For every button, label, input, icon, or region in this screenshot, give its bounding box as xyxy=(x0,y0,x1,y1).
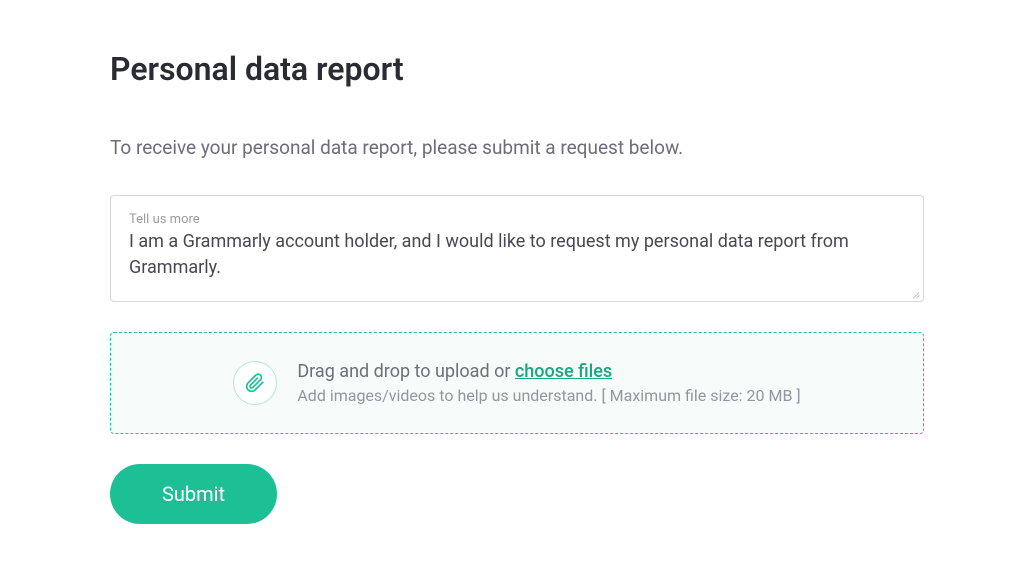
choose-files-link[interactable]: choose files xyxy=(515,361,612,382)
details-textarea-wrapper[interactable]: Tell us more I am a Grammarly account ho… xyxy=(110,195,924,302)
file-upload-area[interactable]: Drag and drop to upload or choose files … xyxy=(110,332,924,434)
resize-handle-icon[interactable] xyxy=(909,287,921,299)
textarea-label: Tell us more xyxy=(129,212,905,227)
upload-prefix: Drag and drop to upload or xyxy=(297,361,515,382)
upload-instruction: Drag and drop to upload or choose files xyxy=(297,361,800,382)
page-description: To receive your personal data report, pl… xyxy=(110,136,924,159)
submit-button[interactable]: Submit xyxy=(110,464,277,524)
attachment-icon xyxy=(233,361,277,405)
upload-subtext: Add images/videos to help us understand.… xyxy=(297,386,800,405)
upload-text-block: Drag and drop to upload or choose files … xyxy=(297,361,800,405)
details-textarea[interactable]: I am a Grammarly account holder, and I w… xyxy=(129,229,905,281)
page-title: Personal data report xyxy=(110,50,924,88)
